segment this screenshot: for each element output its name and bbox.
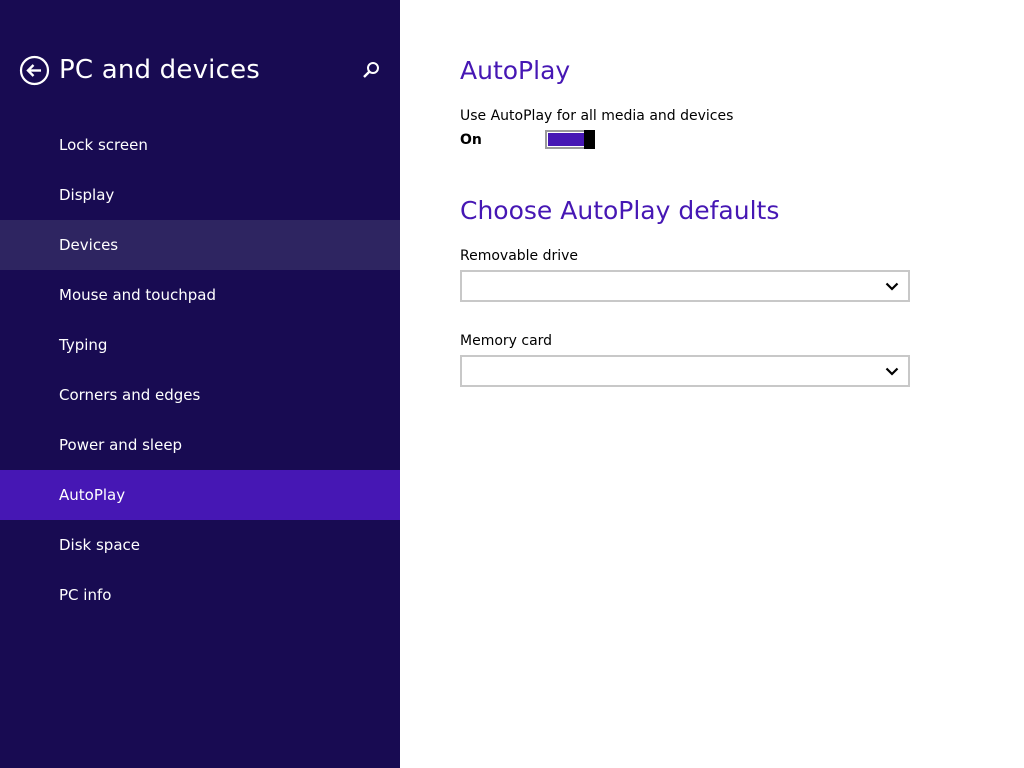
sidebar-item-label: Lock screen [59, 136, 148, 154]
sidebar-item-corners-and-edges[interactable]: Corners and edges [0, 370, 400, 420]
memory-card-label: Memory card [460, 333, 553, 349]
search-icon [361, 60, 381, 80]
sidebar-item-label: Power and sleep [59, 436, 183, 454]
back-arrow-icon [19, 55, 50, 86]
sidebar-item-autoplay[interactable]: AutoPlay [0, 470, 400, 520]
chevron-down-icon [885, 367, 899, 376]
sidebar-nav: Lock screen Display Devices Mouse and to… [0, 120, 400, 620]
sidebar-header: PC and devices [0, 0, 400, 140]
sidebar-item-label: PC info [59, 586, 112, 604]
chevron-down-icon [885, 282, 899, 291]
back-button[interactable] [19, 55, 50, 86]
sidebar-item-pc-info[interactable]: PC info [0, 570, 400, 620]
memory-card-dropdown[interactable] [460, 355, 910, 387]
sidebar-item-label: Devices [59, 236, 119, 254]
sidebar-item-label: Disk space [59, 536, 140, 554]
removable-drive-dropdown[interactable] [460, 270, 910, 302]
sidebar-item-label: Typing [59, 336, 108, 354]
sidebar: PC and devices Lock screen Display Devic… [0, 0, 400, 768]
sidebar-item-mouse-and-touchpad[interactable]: Mouse and touchpad [0, 270, 400, 320]
sidebar-item-label: Corners and edges [59, 386, 201, 404]
main-content: AutoPlay Use AutoPlay for all media and … [400, 0, 1024, 768]
pc-settings-window: PC and devices Lock screen Display Devic… [0, 0, 1024, 768]
page-title: AutoPlay [460, 56, 571, 85]
sidebar-item-disk-space[interactable]: Disk space [0, 520, 400, 570]
toggle-fill [548, 133, 584, 146]
sidebar-item-label: Display [59, 186, 115, 204]
sidebar-item-lock-screen[interactable]: Lock screen [0, 120, 400, 170]
sidebar-item-power-and-sleep[interactable]: Power and sleep [0, 420, 400, 470]
sidebar-item-display[interactable]: Display [0, 170, 400, 220]
sidebar-item-devices[interactable]: Devices [0, 220, 400, 270]
autoplay-defaults-title: Choose AutoPlay defaults [460, 196, 780, 225]
autoplay-toggle-state: On [460, 132, 482, 148]
sidebar-item-typing[interactable]: Typing [0, 320, 400, 370]
autoplay-setting-label: Use AutoPlay for all media and devices [460, 108, 734, 124]
search-button[interactable] [361, 60, 381, 80]
removable-drive-label: Removable drive [460, 248, 579, 264]
sidebar-item-label: AutoPlay [59, 486, 126, 504]
autoplay-toggle[interactable] [545, 130, 595, 149]
sidebar-title: PC and devices [59, 55, 261, 85]
sidebar-item-label: Mouse and touchpad [59, 286, 216, 304]
toggle-thumb[interactable] [584, 130, 595, 149]
